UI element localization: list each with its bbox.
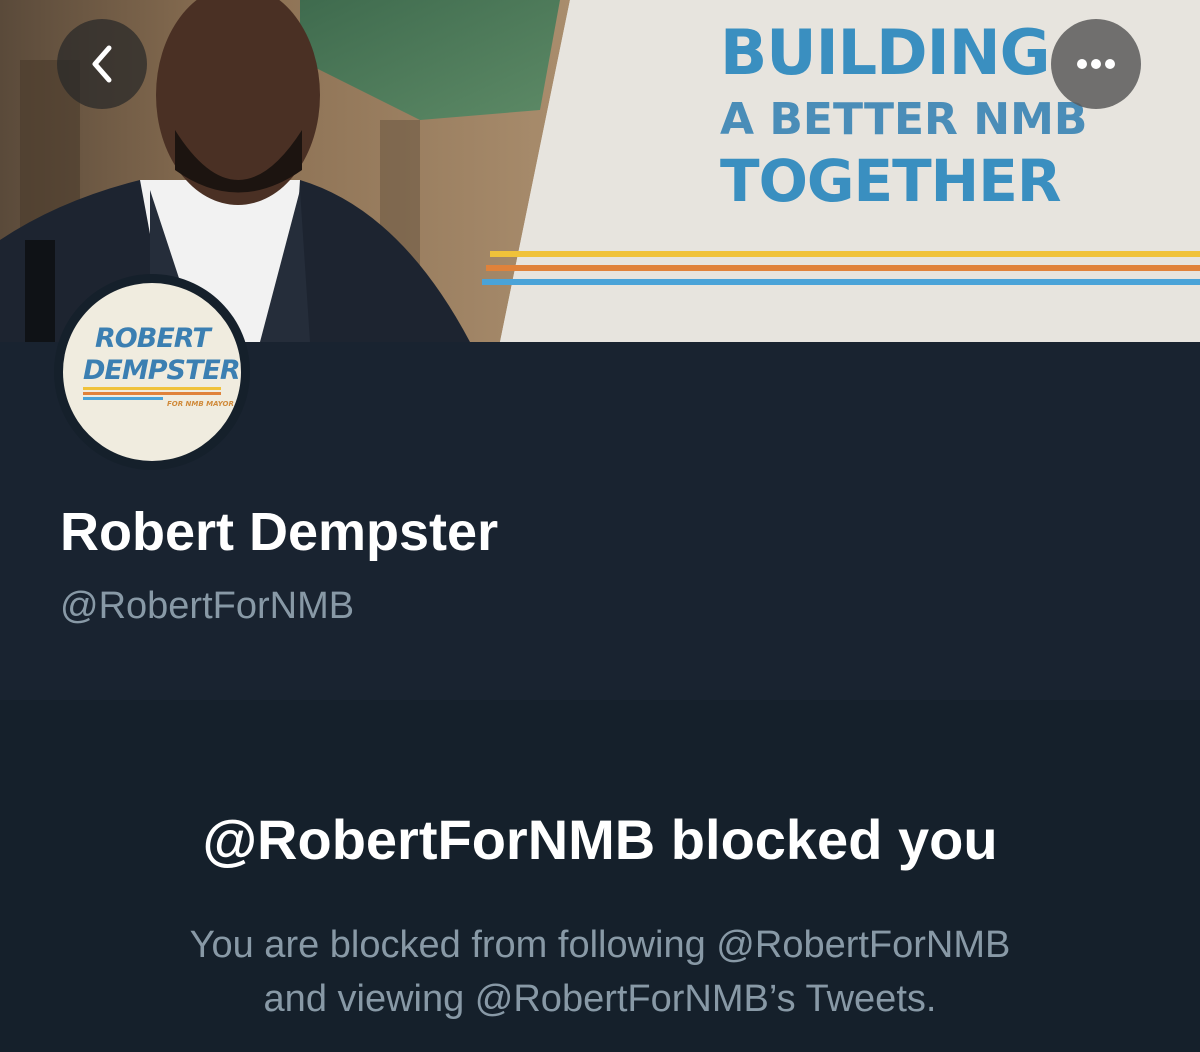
blocked-description-line-1: You are blocked from following @RobertFo…: [189, 924, 1011, 966]
blocked-description-line-2: and viewing @RobertForNMB’s Tweets.: [263, 978, 937, 1020]
chevron-left-icon: [92, 45, 112, 83]
logo-stripes: [83, 387, 221, 400]
more-horizontal-icon: [1077, 59, 1115, 69]
avatar-logo: ROBERT DEMPSTER FOR NMB MAYOR: [63, 283, 241, 461]
logo-subtitle: FOR NMB MAYOR: [167, 400, 234, 408]
blocked-description: You are blocked from following @RobertFo…: [0, 918, 1200, 1026]
back-button[interactable]: [57, 19, 147, 109]
blocked-title: @RobertForNMB blocked you: [202, 808, 998, 871]
banner-line-2: A BETTER NMB: [720, 94, 1088, 145]
banner-line-1: BUILDING: [720, 16, 1051, 89]
banner-line-3: TOGETHER: [720, 147, 1061, 215]
profile-display-name: Robert Dempster: [60, 502, 499, 562]
profile-handle: @RobertForNMB: [60, 585, 355, 627]
banner-slogan: BUILDING A BETTER NMB TOGETHER: [720, 16, 1088, 215]
avatar[interactable]: ROBERT DEMPSTER FOR NMB MAYOR: [54, 274, 250, 470]
more-button[interactable]: [1051, 19, 1141, 109]
